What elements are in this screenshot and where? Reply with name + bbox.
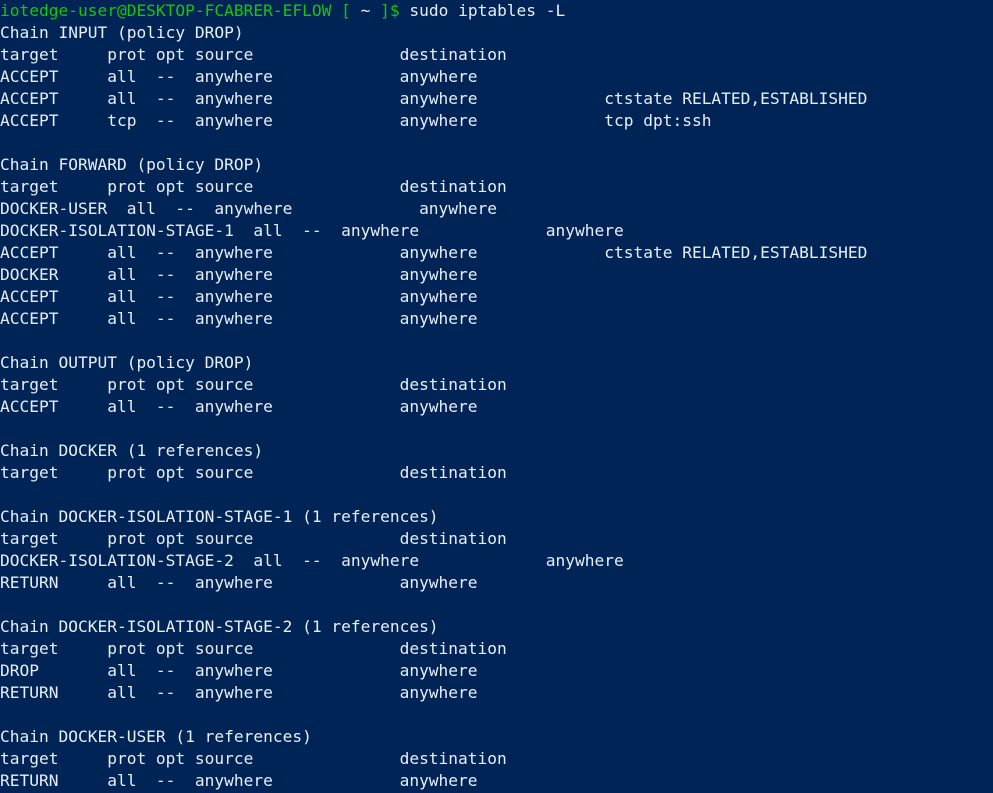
- terminal-line-text: Chain FORWARD (policy DROP): [0, 155, 263, 174]
- terminal-line-text: DROP all -- anywhere anywhere: [0, 661, 595, 680]
- terminal-screen[interactable]: iotedge-user@DESKTOP-FCABRER-EFLOW [ ~ ]…: [0, 0, 993, 792]
- terminal-line-text: target prot opt source destination: [0, 463, 595, 482]
- terminal-line-text: ACCEPT all -- anywhere anywhere: [0, 309, 595, 328]
- column-header-line: target prot opt source destination: [0, 44, 993, 66]
- terminal-line-text: RETURN all -- anywhere anywhere: [0, 683, 595, 702]
- rule-line: ACCEPT all -- anywhere anywhere: [0, 66, 993, 88]
- prompt-bracket-close: ]: [380, 1, 390, 20]
- rule-line: DOCKER all -- anywhere anywhere: [0, 264, 993, 286]
- rule-line: ACCEPT all -- anywhere anywhere: [0, 308, 993, 330]
- terminal-line-text: DOCKER-ISOLATION-STAGE-1 all -- anywhere…: [0, 221, 741, 240]
- terminal-line-text: target prot opt source destination: [0, 749, 595, 768]
- terminal-blank-line: [0, 330, 993, 352]
- terminal-line-text: ACCEPT all -- anywhere anywhere: [0, 67, 595, 86]
- prompt-cwd: ~: [351, 1, 380, 20]
- terminal-line-text: Chain DOCKER-ISOLATION-STAGE-1 (1 refere…: [0, 507, 439, 526]
- column-header-line: target prot opt source destination: [0, 638, 993, 660]
- column-header-line: target prot opt source destination: [0, 462, 993, 484]
- terminal-blank-line: [0, 484, 993, 506]
- terminal-blank-line: [0, 704, 993, 726]
- rule-line: RETURN all -- anywhere anywhere: [0, 572, 993, 594]
- column-header-line: target prot opt source destination: [0, 374, 993, 396]
- terminal-line-text: RETURN all -- anywhere anywhere: [0, 573, 595, 592]
- rule-line: ACCEPT all -- anywhere anywhere ctstate …: [0, 242, 993, 264]
- prompt-bracket-open: [: [331, 1, 351, 20]
- rule-line: DROP all -- anywhere anywhere: [0, 660, 993, 682]
- command-text: sudo iptables -L: [400, 1, 566, 20]
- rule-line: DOCKER-USER all -- anywhere anywhere: [0, 198, 993, 220]
- prompt-line[interactable]: iotedge-user@DESKTOP-FCABRER-EFLOW [ ~ ]…: [0, 0, 993, 22]
- terminal-line-text: target prot opt source destination: [0, 529, 595, 548]
- column-header-line: target prot opt source destination: [0, 176, 993, 198]
- chain-header-line: Chain OUTPUT (policy DROP): [0, 352, 993, 374]
- rule-line: DOCKER-ISOLATION-STAGE-1 all -- anywhere…: [0, 220, 993, 242]
- terminal-line-text: ACCEPT tcp -- anywhere anywhere tcp dpt:…: [0, 111, 711, 130]
- column-header-line: target prot opt source destination: [0, 528, 993, 550]
- terminal-blank-line: [0, 418, 993, 440]
- terminal-line-text: RETURN all -- anywhere anywhere: [0, 771, 595, 790]
- column-header-line: target prot opt source destination: [0, 748, 993, 770]
- terminal-line-text: target prot opt source destination: [0, 177, 595, 196]
- rule-line: ACCEPT tcp -- anywhere anywhere tcp dpt:…: [0, 110, 993, 132]
- rule-line: ACCEPT all -- anywhere anywhere: [0, 286, 993, 308]
- rule-line: ACCEPT all -- anywhere anywhere: [0, 396, 993, 418]
- terminal-line-text: Chain INPUT (policy DROP): [0, 23, 244, 42]
- prompt-sigil: $: [390, 1, 400, 20]
- terminal-line-text: DOCKER all -- anywhere anywhere: [0, 265, 595, 284]
- terminal-line-text: ACCEPT all -- anywhere anywhere: [0, 287, 595, 306]
- rule-line: RETURN all -- anywhere anywhere: [0, 770, 993, 792]
- terminal-line-text: target prot opt source destination: [0, 375, 595, 394]
- prompt-user-host: iotedge-user@DESKTOP-FCABRER-EFLOW: [0, 1, 331, 20]
- chain-header-line: Chain DOCKER (1 references): [0, 440, 993, 462]
- terminal-line-text: ACCEPT all -- anywhere anywhere ctstate …: [0, 89, 867, 108]
- chain-header-line: Chain DOCKER-ISOLATION-STAGE-2 (1 refere…: [0, 616, 993, 638]
- terminal-line-text: Chain DOCKER-USER (1 references): [0, 727, 312, 746]
- terminal-blank-line: [0, 594, 993, 616]
- rule-line: DOCKER-ISOLATION-STAGE-2 all -- anywhere…: [0, 550, 993, 572]
- rule-line: ACCEPT all -- anywhere anywhere ctstate …: [0, 88, 993, 110]
- terminal-line-text: target prot opt source destination: [0, 45, 595, 64]
- rule-line: RETURN all -- anywhere anywhere: [0, 682, 993, 704]
- terminal-line-text: ACCEPT all -- anywhere anywhere ctstate …: [0, 243, 867, 262]
- terminal-line-text: ACCEPT all -- anywhere anywhere: [0, 397, 595, 416]
- terminal-line-text: target prot opt source destination: [0, 639, 595, 658]
- terminal-line-text: Chain DOCKER-ISOLATION-STAGE-2 (1 refere…: [0, 617, 439, 636]
- terminal-blank-line: [0, 132, 993, 154]
- terminal-line-text: DOCKER-USER all -- anywhere anywhere: [0, 199, 614, 218]
- terminal-line-text: DOCKER-ISOLATION-STAGE-2 all -- anywhere…: [0, 551, 741, 570]
- terminal-line-text: Chain DOCKER (1 references): [0, 441, 263, 460]
- chain-header-line: Chain DOCKER-ISOLATION-STAGE-1 (1 refere…: [0, 506, 993, 528]
- terminal-line-text: Chain OUTPUT (policy DROP): [0, 353, 253, 372]
- terminal-window[interactable]: iotedge-user@DESKTOP-FCABRER-EFLOW [ ~ ]…: [0, 0, 993, 793]
- chain-header-line: Chain FORWARD (policy DROP): [0, 154, 993, 176]
- chain-header-line: Chain INPUT (policy DROP): [0, 22, 993, 44]
- chain-header-line: Chain DOCKER-USER (1 references): [0, 726, 993, 748]
